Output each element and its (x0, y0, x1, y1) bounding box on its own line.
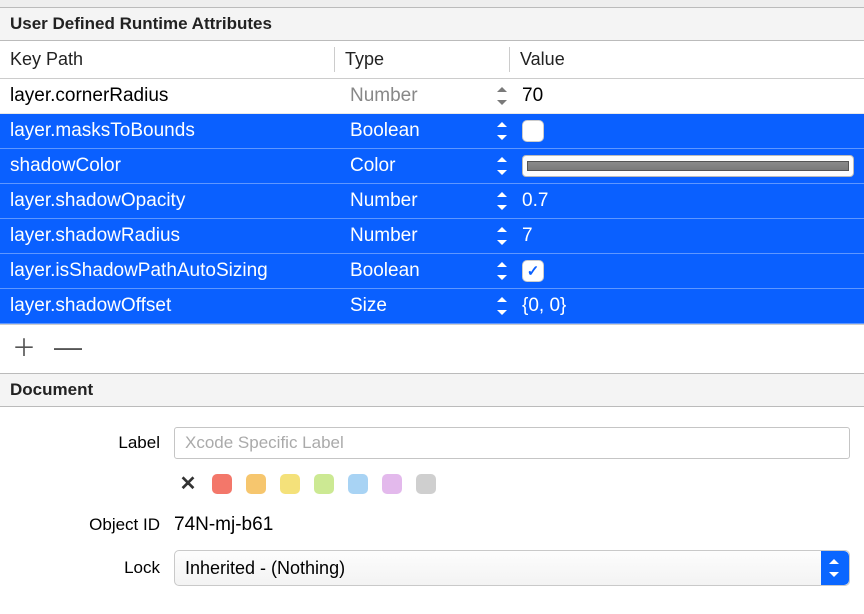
object-id-value: 74N-mj-b61 (174, 512, 850, 538)
keypath-cell[interactable]: layer.masksToBounds (0, 120, 334, 142)
type-cell[interactable]: Boolean (334, 260, 492, 282)
table-row[interactable]: layer.masksToBounds Boolean (0, 114, 864, 149)
column-header-value[interactable]: Value (510, 41, 864, 78)
keypath-cell[interactable]: layer.cornerRadius (0, 85, 334, 107)
keypath-cell[interactable]: layer.shadowOffset (0, 295, 334, 317)
type-stepper-icon[interactable] (495, 190, 509, 212)
keypath-cell[interactable]: layer.shadowOpacity (0, 190, 334, 212)
type-cell[interactable]: Number (334, 190, 492, 212)
object-id-label: Object ID (14, 515, 174, 535)
type-cell[interactable]: Boolean (334, 120, 492, 142)
type-stepper-icon[interactable] (495, 260, 509, 282)
keypath-cell[interactable]: shadowColor (0, 155, 334, 177)
swatch-red[interactable] (212, 474, 232, 494)
swatch-orange[interactable] (246, 474, 266, 494)
type-stepper-icon[interactable] (495, 120, 509, 142)
table-row[interactable]: layer.shadowOffset Size {0, 0} (0, 289, 864, 324)
lock-label: Lock (14, 558, 174, 578)
swatch-yellow[interactable] (280, 474, 300, 494)
column-header-keypath[interactable]: Key Path (0, 41, 334, 78)
type-cell[interactable]: Size (334, 295, 492, 317)
runtime-attributes-column-headers: Key Path Type Value (0, 41, 864, 79)
swatch-green[interactable] (314, 474, 334, 494)
boolean-checkbox[interactable] (522, 120, 544, 142)
type-cell[interactable]: Number (334, 225, 492, 247)
type-cell[interactable]: Color (334, 155, 492, 177)
type-stepper-icon[interactable] (495, 85, 509, 107)
keypath-cell[interactable]: layer.isShadowPathAutoSizing (0, 260, 334, 282)
swatch-purple[interactable] (382, 474, 402, 494)
swatch-gray[interactable] (416, 474, 436, 494)
type-stepper-icon[interactable] (495, 295, 509, 317)
runtime-attributes-toolbar: ＋ — (0, 324, 864, 373)
swatch-blue[interactable] (348, 474, 368, 494)
boolean-checkbox[interactable] (522, 260, 544, 282)
runtime-attributes-table[interactable]: layer.cornerRadius Number 70 layer.masks… (0, 79, 864, 324)
table-row[interactable]: shadowColor Color (0, 149, 864, 184)
document-header: Document (0, 374, 864, 407)
label-field-label: Label (14, 433, 174, 453)
label-color-swatches: ✕ (0, 465, 864, 506)
color-well[interactable] (522, 155, 854, 177)
table-row[interactable]: layer.shadowOpacity Number 0.7 (0, 184, 864, 219)
lock-popup[interactable]: Inherited - (Nothing) (174, 550, 850, 586)
value-cell[interactable]: {0, 0} (512, 295, 864, 317)
chevron-up-down-icon (821, 551, 849, 585)
type-stepper-icon[interactable] (495, 225, 509, 247)
table-row[interactable]: layer.shadowRadius Number 7 (0, 219, 864, 254)
previous-section-divider (0, 0, 864, 8)
label-input[interactable] (174, 427, 850, 459)
value-cell[interactable] (512, 120, 864, 142)
remove-attribute-button[interactable]: — (54, 333, 82, 361)
type-cell[interactable]: Number (334, 85, 492, 107)
value-cell[interactable]: 70 (512, 85, 864, 107)
value-cell[interactable]: 7 (512, 225, 864, 247)
runtime-attributes-header: User Defined Runtime Attributes (0, 8, 864, 41)
type-stepper-icon[interactable] (495, 155, 509, 177)
keypath-cell[interactable]: layer.shadowRadius (0, 225, 334, 247)
column-header-type[interactable]: Type (335, 41, 509, 78)
value-cell[interactable]: 0.7 (512, 190, 864, 212)
add-attribute-button[interactable]: ＋ (12, 337, 36, 361)
value-cell[interactable] (512, 260, 864, 282)
table-row[interactable]: layer.isShadowPathAutoSizing Boolean (0, 254, 864, 289)
value-cell[interactable] (512, 155, 864, 177)
table-row[interactable]: layer.cornerRadius Number 70 (0, 79, 864, 114)
lock-popup-value: Inherited - (Nothing) (185, 558, 345, 579)
clear-label-color-icon[interactable]: ✕ (178, 471, 198, 496)
